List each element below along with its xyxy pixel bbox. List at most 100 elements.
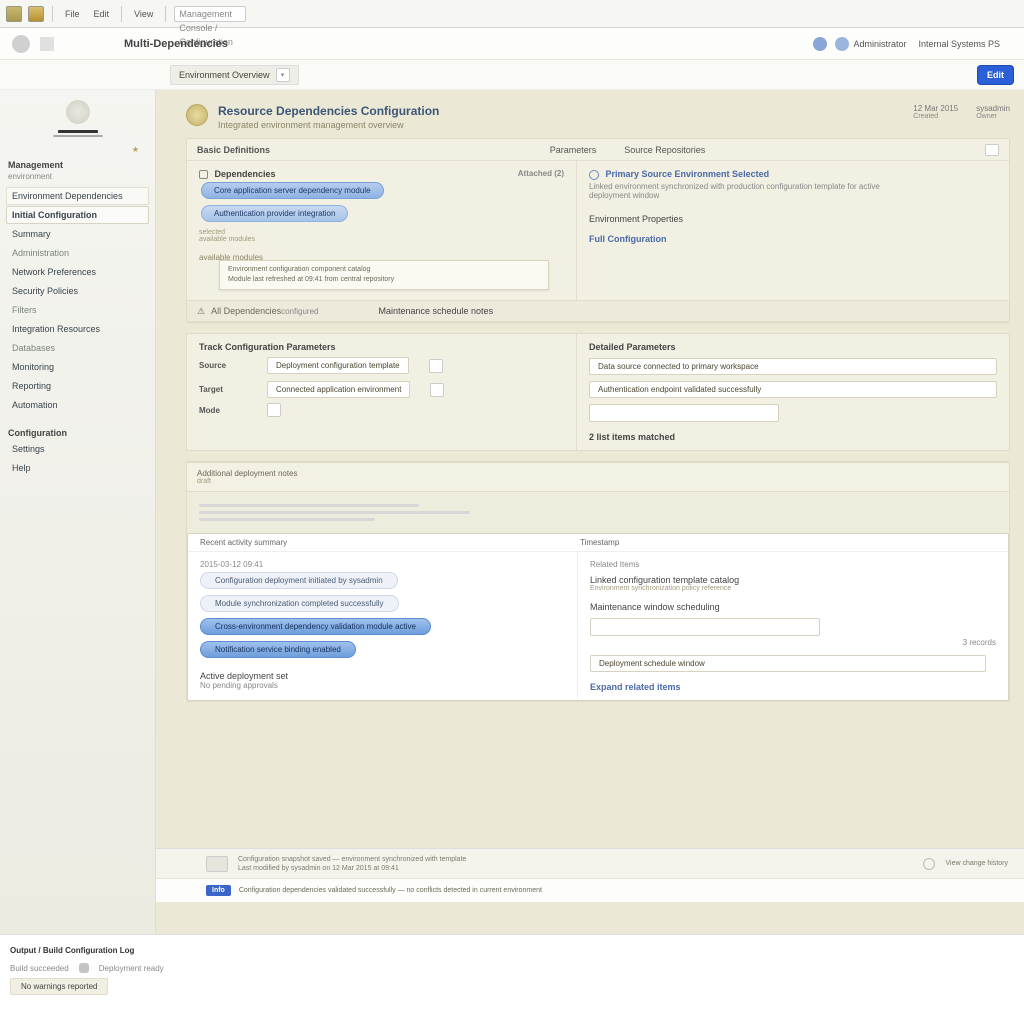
match-count-label: 2 list items matched bbox=[589, 432, 997, 442]
all-dependencies-label: All Dependencies bbox=[211, 306, 281, 316]
link-env-properties[interactable]: Environment Properties bbox=[589, 214, 997, 224]
bullet-icon bbox=[79, 963, 89, 973]
dependency-pill[interactable]: Core application server dependency modul… bbox=[201, 182, 384, 199]
sidebar-item-settings[interactable]: Settings bbox=[6, 440, 149, 458]
tenant-label: Internal Systems PS bbox=[918, 39, 1000, 49]
breadcrumb-label: Environment Overview bbox=[179, 70, 270, 80]
sidebar-item-integration[interactable]: Integration Resources bbox=[6, 320, 149, 338]
sidebar-item-configuration[interactable]: Initial Configuration bbox=[6, 206, 149, 224]
tab-basic[interactable]: Basic Definitions bbox=[197, 145, 270, 155]
menu-edit[interactable]: Edit bbox=[90, 7, 114, 21]
related-item[interactable]: Linked configuration template catalog bbox=[590, 575, 996, 585]
footer-status: configured bbox=[281, 307, 318, 316]
dependency-pill[interactable]: Cross-environment dependency validation … bbox=[200, 618, 431, 635]
meta-owner-value: sysadmin bbox=[976, 104, 1010, 113]
favorite-icon[interactable]: ★ bbox=[6, 145, 149, 154]
chevron-down-icon: ▾ bbox=[276, 68, 290, 82]
sidebar-item-automation[interactable]: Automation bbox=[6, 396, 149, 414]
color-swatch[interactable] bbox=[429, 359, 443, 373]
tab-sources[interactable]: Source Repositories bbox=[624, 145, 705, 155]
app-icon bbox=[6, 6, 22, 22]
tooltip-line1: Environment configuration component cata… bbox=[228, 265, 540, 275]
notification-icon[interactable] bbox=[813, 37, 827, 51]
attached-count[interactable]: Attached (2) bbox=[518, 169, 564, 178]
menu-view[interactable]: View bbox=[130, 7, 157, 21]
comment-line1: Configuration snapshot saved — environme… bbox=[238, 855, 466, 864]
primary-action-button[interactable]: Edit bbox=[977, 65, 1014, 85]
content-title: Resource Dependencies Configuration bbox=[218, 104, 439, 118]
record-count: 3 records bbox=[590, 638, 996, 647]
detailed-params-header: Detailed Parameters bbox=[589, 342, 997, 352]
sidebar-item-reporting[interactable]: Reporting bbox=[6, 377, 149, 395]
sidebar-item-help[interactable]: Help bbox=[6, 459, 149, 477]
meta-created-label: Created bbox=[913, 113, 958, 120]
panel-activity: Additional deployment notes draft Recent… bbox=[186, 461, 1010, 702]
folder-icon bbox=[28, 6, 44, 22]
status-message: Configuration dependencies validated suc… bbox=[239, 887, 542, 894]
build-status: Build succeeded bbox=[10, 964, 69, 973]
warnings-chip: No warnings reported bbox=[10, 978, 108, 995]
sidebar: ★ Management environment Environment Dep… bbox=[0, 90, 156, 934]
status-badge: Info bbox=[206, 885, 231, 896]
content-subtitle: Integrated environment management overvi… bbox=[218, 120, 439, 130]
primary-action-label: Edit bbox=[987, 70, 1004, 80]
note-available: available modules bbox=[199, 236, 564, 243]
comment-line2: Last modified by sysadmin on 12 Mar 2015… bbox=[238, 864, 466, 873]
checkbox-icon[interactable] bbox=[199, 170, 208, 179]
breadcrumb-dropdown[interactable]: Environment Overview ▾ bbox=[170, 65, 299, 85]
sidebar-item-summary[interactable]: Summary bbox=[6, 225, 149, 243]
param-value-target[interactable]: Connected application environment bbox=[267, 381, 410, 398]
page-title: Multi-Dependencies bbox=[124, 38, 228, 50]
sidebar-item-administration[interactable]: Administration bbox=[6, 244, 149, 262]
sidebar-item-monitoring[interactable]: Monitoring bbox=[6, 358, 149, 376]
tab-parameters[interactable]: Parameters bbox=[550, 145, 597, 155]
tooltip-popup: Environment configuration component cata… bbox=[219, 260, 549, 290]
toolbar-address[interactable]: Management Console / Configuration bbox=[174, 6, 246, 22]
sidebar-item-networking[interactable]: Network Preferences bbox=[6, 263, 149, 281]
user-name[interactable]: Administrator bbox=[853, 39, 906, 49]
param-value-source[interactable]: Deployment configuration template bbox=[267, 357, 409, 374]
panel-tabs: Basic Definitions Parameters Source Repo… bbox=[187, 139, 1009, 161]
refresh-icon[interactable] bbox=[40, 37, 54, 51]
color-swatch[interactable] bbox=[430, 383, 444, 397]
sidebar-item-databases[interactable]: Databases bbox=[6, 339, 149, 357]
resource-icon bbox=[186, 104, 208, 126]
col-timestamp[interactable]: Timestamp bbox=[580, 538, 619, 547]
expand-related-link[interactable]: Expand related items bbox=[590, 682, 996, 692]
history-link[interactable]: View change history bbox=[945, 859, 1008, 868]
related-item[interactable]: Maintenance window scheduling bbox=[590, 602, 996, 612]
mode-selector[interactable] bbox=[267, 403, 281, 417]
param-key-source: Source bbox=[199, 361, 257, 370]
globe-icon bbox=[589, 170, 599, 180]
panel-definitions: Basic Definitions Parameters Source Repo… bbox=[186, 138, 1010, 323]
sidebar-item-policies[interactable]: Security Policies bbox=[6, 282, 149, 300]
meta-owner-label: Owner bbox=[976, 113, 1010, 120]
source-env-headline[interactable]: Primary Source Environment Selected bbox=[589, 169, 997, 180]
separator bbox=[52, 6, 53, 22]
dependency-pill[interactable]: Authentication provider integration bbox=[201, 205, 348, 222]
share-icon[interactable] bbox=[923, 858, 935, 870]
activity-row: Configuration deployment initiated by sy… bbox=[200, 572, 398, 589]
sidebar-section-management: Management bbox=[8, 160, 147, 170]
sidebar-section-config: Configuration bbox=[8, 428, 147, 438]
menu-file[interactable]: File bbox=[61, 7, 84, 21]
tooltip-line2: Module last refreshed at 09:41 from cent… bbox=[228, 275, 540, 285]
activity-search-input[interactable] bbox=[590, 618, 820, 636]
notes-strip: Additional deployment notes draft bbox=[187, 462, 1009, 492]
comment-bar: Configuration snapshot saved — environme… bbox=[156, 848, 1024, 878]
sidebar-item-overview[interactable]: Environment Dependencies bbox=[6, 187, 149, 205]
parameter-filter-input[interactable] bbox=[589, 404, 779, 422]
deploy-status: Deployment ready bbox=[99, 964, 164, 973]
dependency-pill[interactable]: Notification service binding enabled bbox=[200, 641, 356, 658]
panel-menu-icon[interactable] bbox=[985, 144, 999, 156]
user-avatar-icon[interactable] bbox=[835, 37, 849, 51]
separator bbox=[165, 6, 166, 22]
activity-summary-label: Recent activity summary bbox=[200, 538, 560, 547]
os-toolbar: File Edit View Management Console / Conf… bbox=[0, 0, 1024, 28]
sidebar-item-filters[interactable]: Filters bbox=[6, 301, 149, 319]
home-icon[interactable] bbox=[12, 35, 30, 53]
link-full-config[interactable]: Full Configuration bbox=[589, 234, 997, 244]
activity-row: Module synchronization completed success… bbox=[200, 595, 399, 612]
breadcrumb-bar: Environment Overview ▾ Edit bbox=[0, 60, 1024, 90]
active-set-label: Active deployment set bbox=[200, 671, 565, 681]
